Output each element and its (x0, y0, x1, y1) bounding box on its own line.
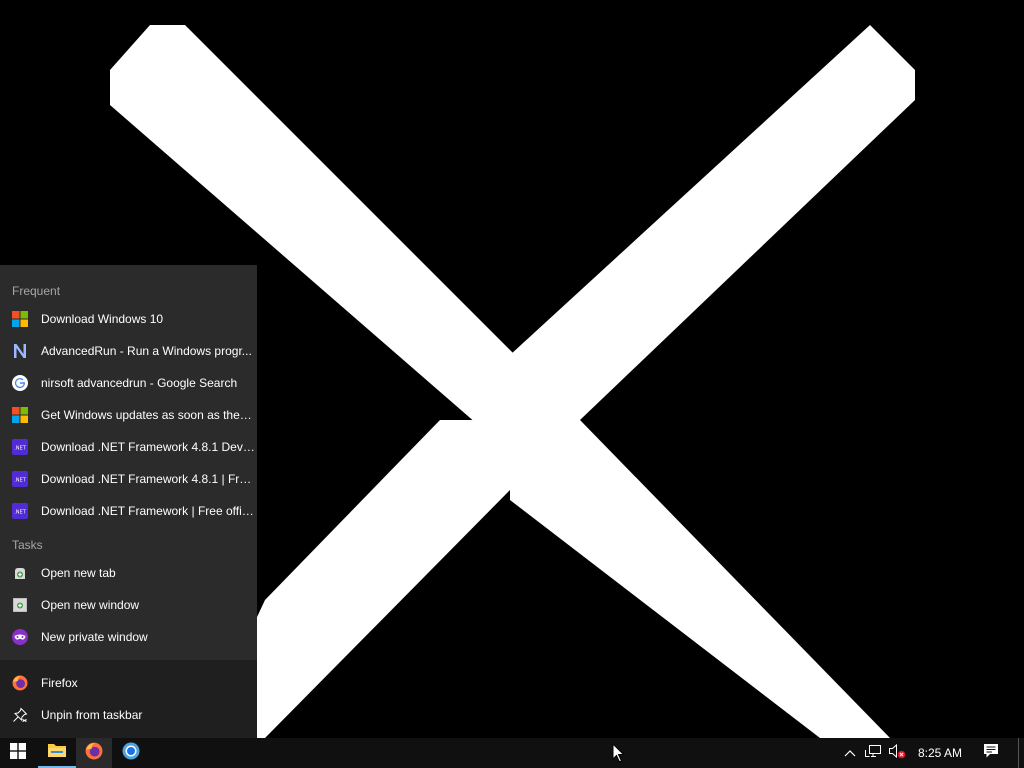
network-status-button[interactable] (862, 738, 884, 768)
chevron-up-icon (844, 744, 856, 762)
svg-text:.NET: .NET (14, 510, 26, 516)
jump-list: Frequent Download Windows 10 AdvancedRun… (0, 265, 257, 738)
firefox-button[interactable] (76, 738, 112, 768)
volume-button[interactable] (886, 738, 908, 768)
footer-label: Unpin from taskbar (41, 708, 143, 722)
dotnet-icon: .NET (11, 502, 29, 520)
nirsoft-n-icon (11, 342, 29, 360)
unpin-icon (11, 706, 29, 724)
chrome-button[interactable] (112, 738, 150, 768)
private-window-icon (11, 628, 29, 646)
firefox-icon (85, 742, 103, 765)
task-label: Open new window (41, 598, 140, 612)
jump-list-item-label: Get Windows updates as soon as they'... (41, 408, 255, 422)
jump-list-item[interactable]: Download Windows 10 (0, 303, 257, 335)
svg-text:.NET: .NET (14, 478, 26, 484)
frequent-header: Frequent (12, 284, 61, 298)
jump-list-item[interactable]: Get Windows updates as soon as they'... (0, 399, 257, 431)
task-open-new-tab[interactable]: Open new tab (0, 557, 257, 589)
jump-list-footer: Firefox Unpin from taskbar (0, 660, 257, 738)
mouse-cursor-icon (612, 743, 625, 763)
jump-list-item[interactable]: .NET Download .NET Framework 4.8.1 Devel… (0, 431, 257, 463)
microsoft-logo-icon (11, 406, 29, 424)
clock[interactable]: 8:25 AM (912, 738, 968, 768)
network-icon (864, 744, 882, 763)
folder-icon (47, 742, 67, 763)
notifications-icon (983, 743, 999, 764)
svg-text:.NET: .NET (14, 446, 26, 452)
footer-label: Firefox (41, 676, 78, 690)
task-open-new-window[interactable]: Open new window (0, 589, 257, 621)
google-g-icon (11, 374, 29, 392)
jump-list-item-label: AdvancedRun - Run a Windows progr... (41, 344, 252, 358)
start-button[interactable] (0, 738, 36, 768)
new-window-icon (11, 596, 29, 614)
chrome-icon (122, 742, 140, 765)
jump-list-item[interactable]: .NET Download .NET Framework | Free offi… (0, 495, 257, 527)
unpin-from-taskbar-item[interactable]: Unpin from taskbar (0, 699, 257, 731)
show-hidden-icons-button[interactable] (840, 738, 860, 768)
task-new-private-window[interactable]: New private window (0, 621, 257, 653)
open-firefox-item[interactable]: Firefox (0, 667, 257, 699)
jump-list-item[interactable]: AdvancedRun - Run a Windows progr... (0, 335, 257, 367)
jump-list-item[interactable]: .NET Download .NET Framework 4.8.1 | Fre… (0, 463, 257, 495)
task-label: New private window (41, 630, 148, 644)
show-desktop-button[interactable] (1018, 738, 1024, 768)
jump-list-item-label: Download .NET Framework 4.8.1 | Free... (41, 472, 255, 486)
tasks-header: Tasks (12, 538, 43, 552)
taskbar: 8:25 AM (0, 738, 1024, 768)
new-tab-icon (11, 564, 29, 582)
dotnet-icon: .NET (11, 470, 29, 488)
task-label: Open new tab (41, 566, 116, 580)
windows-logo-icon (10, 742, 26, 764)
jump-list-item-label: Download .NET Framework 4.8.1 Devel... (41, 440, 255, 454)
microsoft-logo-icon (11, 310, 29, 328)
firefox-icon (11, 674, 29, 692)
jump-list-item-label: Download .NET Framework | Free offici... (41, 504, 255, 518)
action-center-button[interactable] (978, 738, 1004, 768)
jump-list-item-label: nirsoft advancedrun - Google Search (41, 376, 238, 390)
volume-muted-icon (888, 743, 906, 764)
dotnet-icon: .NET (11, 438, 29, 456)
jump-list-item[interactable]: nirsoft advancedrun - Google Search (0, 367, 257, 399)
jump-list-item-label: Download Windows 10 (41, 312, 164, 326)
file-explorer-button[interactable] (38, 738, 76, 768)
